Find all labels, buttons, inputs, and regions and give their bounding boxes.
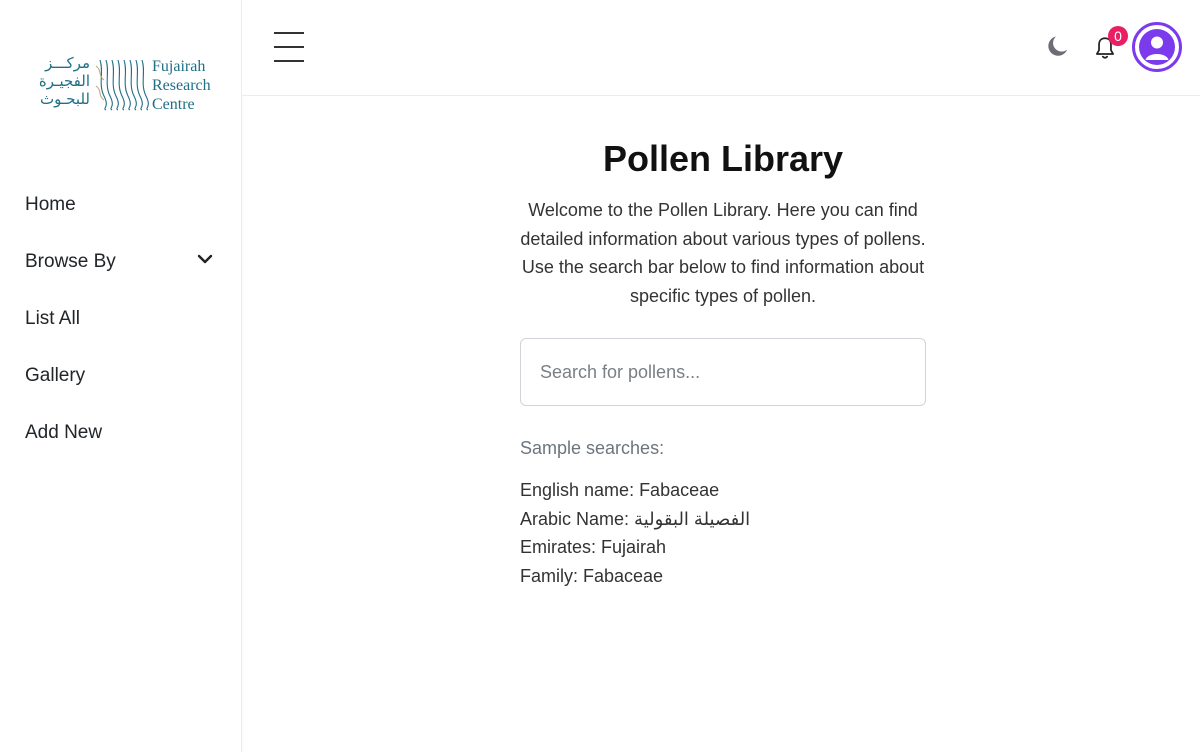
sidebar-nav: Home Browse By List All Gallery Add New [0,176,241,461]
sidebar-item-list-all[interactable]: List All [0,290,241,347]
user-icon [1145,36,1169,60]
logo-arabic-text: مركـــز الفجيـرة للبحـوث [18,54,90,114]
intro-text: Welcome to the Pollen Library. Here you … [520,200,926,306]
search-input[interactable] [520,338,926,406]
moon-icon[interactable] [1045,33,1071,59]
logo-english-text: Fujairah Research Centre [152,57,211,114]
list-item: Emirates: Fujairah [520,537,667,557]
logo-mark-icon [95,59,149,111]
sidebar-item-home[interactable]: Home [0,176,241,233]
logo-arabic-line-1: مركـــز [45,54,90,72]
hamburger-icon[interactable] [274,30,304,64]
hamburger-line [274,46,304,48]
user-avatar-button[interactable] [1132,22,1182,72]
avatar [1139,29,1175,65]
notification-badge: 0 [1108,26,1128,46]
hamburger-line [274,32,304,34]
sidebar-item-add-new[interactable]: Add New [0,404,241,461]
sample-searches-title: Sample searches: [520,438,665,458]
list-item: English name: Fabaceae [520,480,720,500]
top-header: 0 [242,0,1200,96]
list-item: Arabic Name: الفصيلة البقولية [520,508,751,529]
sidebar-item-gallery[interactable]: Gallery [0,347,241,404]
logo-arabic-line-3: للبحـوث [39,90,90,108]
logo-arabic-line-2: الفجيـرة [38,72,90,90]
sidebar-item-label: List All [25,307,80,329]
sidebar-item-browse-by[interactable]: Browse By [0,233,241,290]
sidebar-item-label: Add New [25,421,103,443]
logo-english-line-1: Fujairah [152,58,206,75]
sidebar-item-label: Browse By [25,250,116,272]
main-content: Pollen Library Welcome to the Pollen Lib… [242,96,1200,752]
page-title: Pollen Library [602,138,844,179]
chevron-down-icon[interactable] [197,251,213,267]
fujairah-research-centre-logo[interactable]: مركـــز الفجيـرة للبحـوث Fujairah Resear… [18,54,228,116]
sample-searches-list: English name: Fabaceae Arabic Name: الفص… [520,476,750,590]
app: مركـــز الفجيـرة للبحـوث Fujairah Resear… [0,0,1200,752]
logo-english-line-2: Research [152,77,211,94]
list-item: Family: Fabaceae [520,565,664,586]
hamburger-line [274,60,304,62]
logo-english-line-3: Centre [152,96,195,113]
sidebar-item-label: Home [25,193,76,215]
sidebar-item-label: Gallery [25,364,86,386]
sidebar: مركـــز الفجيـرة للبحـوث Fujairah Resear… [0,0,242,752]
